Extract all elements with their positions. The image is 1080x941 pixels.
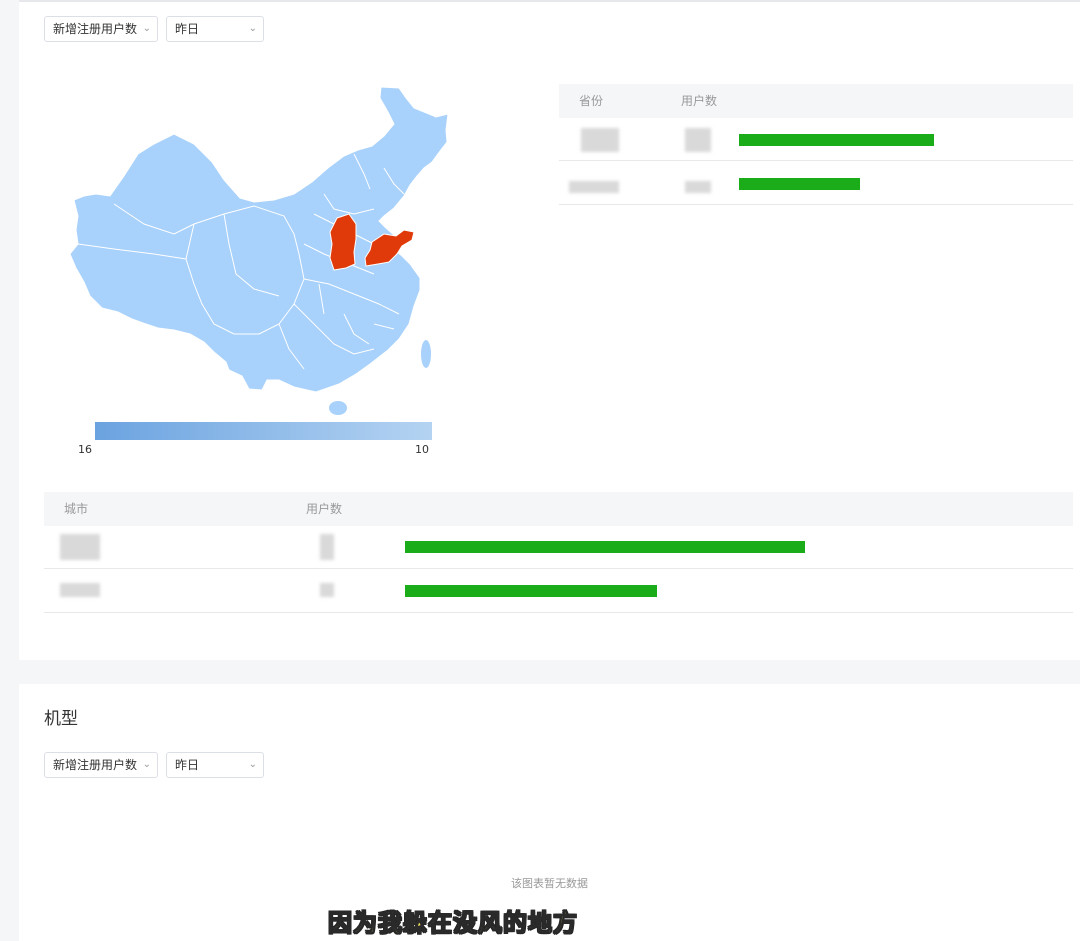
city-table-header: 城市 用户数 bbox=[44, 492, 1073, 526]
province-header-label: 省份 bbox=[579, 94, 604, 108]
hainan-island bbox=[329, 401, 347, 415]
user-count-bar bbox=[405, 585, 657, 597]
date-select[interactable]: 昨日 ⌄ bbox=[166, 752, 264, 778]
user-count-bar bbox=[405, 541, 805, 553]
redacted-city-name bbox=[60, 534, 100, 560]
metric-select-value: 新增注册用户数 bbox=[53, 22, 138, 36]
chevron-down-icon: ⌄ bbox=[248, 23, 257, 34]
redacted-province-name bbox=[581, 128, 619, 152]
chevron-down-icon: ⌄ bbox=[142, 23, 151, 34]
city-header-label: 城市 bbox=[64, 502, 89, 516]
table-row[interactable] bbox=[559, 118, 1073, 161]
users-header-label: 用户数 bbox=[681, 94, 718, 108]
date-select-value: 昨日 bbox=[175, 22, 200, 36]
section-title: 机型 bbox=[44, 709, 78, 729]
province-table-header: 省份 用户数 bbox=[559, 84, 1073, 118]
region-card: 新增注册用户数 ⌄ 昨日 ⌄ 16 10 省份 用户数 城市 用户数 bbox=[19, 0, 1080, 660]
legend-max-label: 10 bbox=[415, 443, 429, 456]
metric-select-value: 新增注册用户数 bbox=[53, 758, 138, 772]
redacted-user-count bbox=[685, 128, 711, 152]
redacted-province-name bbox=[569, 181, 619, 193]
taiwan-island bbox=[421, 340, 431, 368]
table-row[interactable] bbox=[559, 162, 1073, 205]
redacted-city-name bbox=[60, 583, 100, 597]
chevron-down-icon: ⌄ bbox=[248, 759, 257, 770]
map-legend-bar bbox=[95, 422, 432, 440]
redacted-user-count bbox=[685, 181, 711, 193]
table-row[interactable] bbox=[44, 526, 1073, 569]
metric-select[interactable]: 新增注册用户数 ⌄ bbox=[44, 16, 158, 42]
table-row[interactable] bbox=[44, 570, 1073, 613]
users-header-label: 用户数 bbox=[306, 502, 343, 516]
china-map[interactable] bbox=[54, 84, 454, 420]
legend-min-label: 16 bbox=[78, 443, 92, 456]
video-subtitle: 因为我躲在没风的地方 bbox=[328, 909, 578, 938]
redacted-user-count bbox=[320, 534, 334, 560]
date-select[interactable]: 昨日 ⌄ bbox=[166, 16, 264, 42]
date-select-value: 昨日 bbox=[175, 758, 200, 772]
empty-chart-text: 该图表暂无数据 bbox=[511, 877, 588, 890]
redacted-user-count bbox=[320, 583, 334, 597]
chevron-down-icon: ⌄ bbox=[142, 759, 151, 770]
metric-select[interactable]: 新增注册用户数 ⌄ bbox=[44, 752, 158, 778]
user-count-bar bbox=[739, 134, 934, 146]
user-count-bar bbox=[739, 178, 860, 190]
